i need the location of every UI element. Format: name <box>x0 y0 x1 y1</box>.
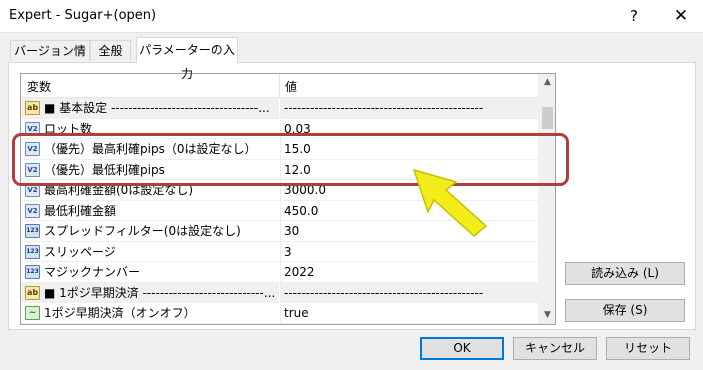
parameter-name: （優先）最高利確pips（0は設定なし） <box>44 142 257 156</box>
integer-icon: 123 <box>25 265 40 279</box>
parameter-name-cell: V2 （優先）最高利確pips（0は設定なし） <box>21 139 279 159</box>
parameter-name: ロット数 <box>44 121 93 136</box>
scroll-down-icon[interactable]: ▼ <box>539 307 555 324</box>
double-icon: V2 <box>25 142 40 156</box>
double-icon: V2 <box>25 162 40 177</box>
parameter-value[interactable]: ----------------------------------------… <box>280 98 538 118</box>
close-button[interactable]: ✕ <box>659 0 703 32</box>
parameter-row[interactable]: 123 スプレッドフィルター(0は設定なし) 30 <box>21 221 538 242</box>
parameter-row[interactable]: ~1ポジ早期決済（オンオフ） true <box>21 303 538 324</box>
parameter-row[interactable]: V2 （優先）最高利確pips（0は設定なし） 15.0 <box>21 139 538 160</box>
parameter-grid: 変数 値 ab ■ 基本設定 --------------------------… <box>20 73 556 325</box>
parameter-name-cell: V2 最低利確金額 <box>21 324 279 325</box>
parameter-name-cell: V2 （優先）最低利確pips <box>21 160 279 180</box>
string-icon: ab <box>25 101 40 115</box>
parameter-value[interactable]: 3 <box>280 241 538 262</box>
parameter-value[interactable]: 2022 <box>280 262 538 282</box>
integer-icon: 123 <box>25 244 40 259</box>
parameter-name-cell: V2 ロット数 <box>21 119 279 139</box>
tab-version-info[interactable]: バージョン情報 <box>10 40 90 78</box>
parameter-name: 1ポジ早期決済（オンオフ） <box>44 306 196 320</box>
title-bar: Expert - Sugar+(open) ? ✕ <box>0 0 703 32</box>
parameter-row[interactable]: V2 ロット数 0.03 <box>21 118 538 139</box>
parameter-value[interactable]: 30 <box>280 221 538 241</box>
scroll-thumb[interactable] <box>542 107 553 129</box>
column-header-value[interactable]: 値 <box>285 78 297 95</box>
parameter-name: 最低利確金額 <box>44 203 117 218</box>
parameter-value[interactable]: 12.0 <box>280 159 538 180</box>
load-button[interactable]: 読み込み (L) <box>565 262 685 285</box>
parameter-name-cell: 123 マジックナンバー <box>21 262 279 282</box>
parameter-row[interactable]: V2 （優先）最低利確pips 12.0 <box>21 159 538 180</box>
integer-icon: 123 <box>25 224 40 238</box>
cancel-button[interactable]: キャンセル <box>513 337 597 360</box>
parameter-value[interactable]: 300.0 <box>280 323 538 324</box>
bool-icon: ~ <box>25 306 40 320</box>
reset-button[interactable]: リセット <box>606 337 690 360</box>
tab-general[interactable]: 全般 <box>90 40 131 61</box>
parameter-value[interactable]: ----------------------------------------… <box>280 282 538 303</box>
section-row[interactable]: ab ■ 基本設定 -------------------------------… <box>21 98 538 119</box>
window-title: Expert - Sugar+(open) <box>9 8 157 23</box>
parameter-row[interactable]: V2 最低利確金額300.0 <box>21 323 538 325</box>
double-icon: V2 <box>25 183 40 197</box>
parameter-row[interactable]: 123 スリッページ 3 <box>21 241 538 262</box>
parameter-name-cell: 123 スリッページ <box>21 242 279 262</box>
vertical-scrollbar[interactable]: ▲ ▼ <box>538 74 555 324</box>
parameter-name: 最低利確金額 <box>44 324 128 325</box>
parameter-name-cell: ~1ポジ早期決済（オンオフ） <box>21 303 279 323</box>
grid-header: 変数 値 <box>21 74 538 98</box>
parameter-value[interactable]: 0.03 <box>280 118 538 139</box>
column-header-variable[interactable]: 変数 <box>27 78 51 95</box>
parameter-name: （優先）最低利確pips <box>44 162 165 177</box>
parameter-row[interactable]: V2 最低利確金額 450.0 <box>21 200 538 221</box>
help-button[interactable]: ? <box>612 0 656 32</box>
ok-button[interactable]: OK <box>420 337 504 360</box>
parameter-name: ■ 基本設定 ---------------------------------… <box>44 101 270 115</box>
scroll-up-icon[interactable]: ▲ <box>539 74 555 91</box>
column-divider[interactable] <box>279 74 280 98</box>
parameter-name-cell: ab ■ 基本設定 -------------------------------… <box>21 98 279 118</box>
double-icon: V2 <box>25 203 40 218</box>
parameter-name: マジックナンバー <box>44 265 141 279</box>
parameter-name-cell: V2 最低利確金額 <box>21 201 279 221</box>
parameter-name: スリッページ <box>44 244 116 259</box>
parameter-value[interactable]: 450.0 <box>280 200 538 221</box>
parameter-name-cell: V2 最高利確金額(0は設定なし) <box>21 180 279 200</box>
parameter-row[interactable]: 123 マジックナンバー 2022 <box>21 262 538 283</box>
save-button[interactable]: 保存 (S) <box>565 299 685 322</box>
parameter-value[interactable]: 3000.0 <box>280 180 538 200</box>
parameter-rows: ab ■ 基本設定 -------------------------------… <box>21 98 538 325</box>
parameter-row[interactable]: V2 最高利確金額(0は設定なし) 3000.0 <box>21 180 538 201</box>
string-icon: ab <box>25 285 40 300</box>
tab-input-parameters[interactable]: パラメーターの入力 <box>136 37 238 81</box>
parameter-name-cell: ab ■ 1ポジ早期決済 ----------------------------… <box>21 282 279 303</box>
parameter-value[interactable]: 15.0 <box>280 139 538 159</box>
parameter-name: 最高利確金額(0は設定なし) <box>44 183 193 197</box>
parameter-name: ■ 1ポジ早期決済 ----------------------------..… <box>44 285 276 300</box>
parameter-value[interactable]: true <box>280 303 538 323</box>
parameter-name-cell: 123 スプレッドフィルター(0は設定なし) <box>21 221 279 241</box>
section-row[interactable]: ab ■ 1ポジ早期決済 ----------------------------… <box>21 282 538 303</box>
parameter-name: スプレッドフィルター(0は設定なし) <box>44 224 241 238</box>
double-icon: V2 <box>25 121 40 136</box>
